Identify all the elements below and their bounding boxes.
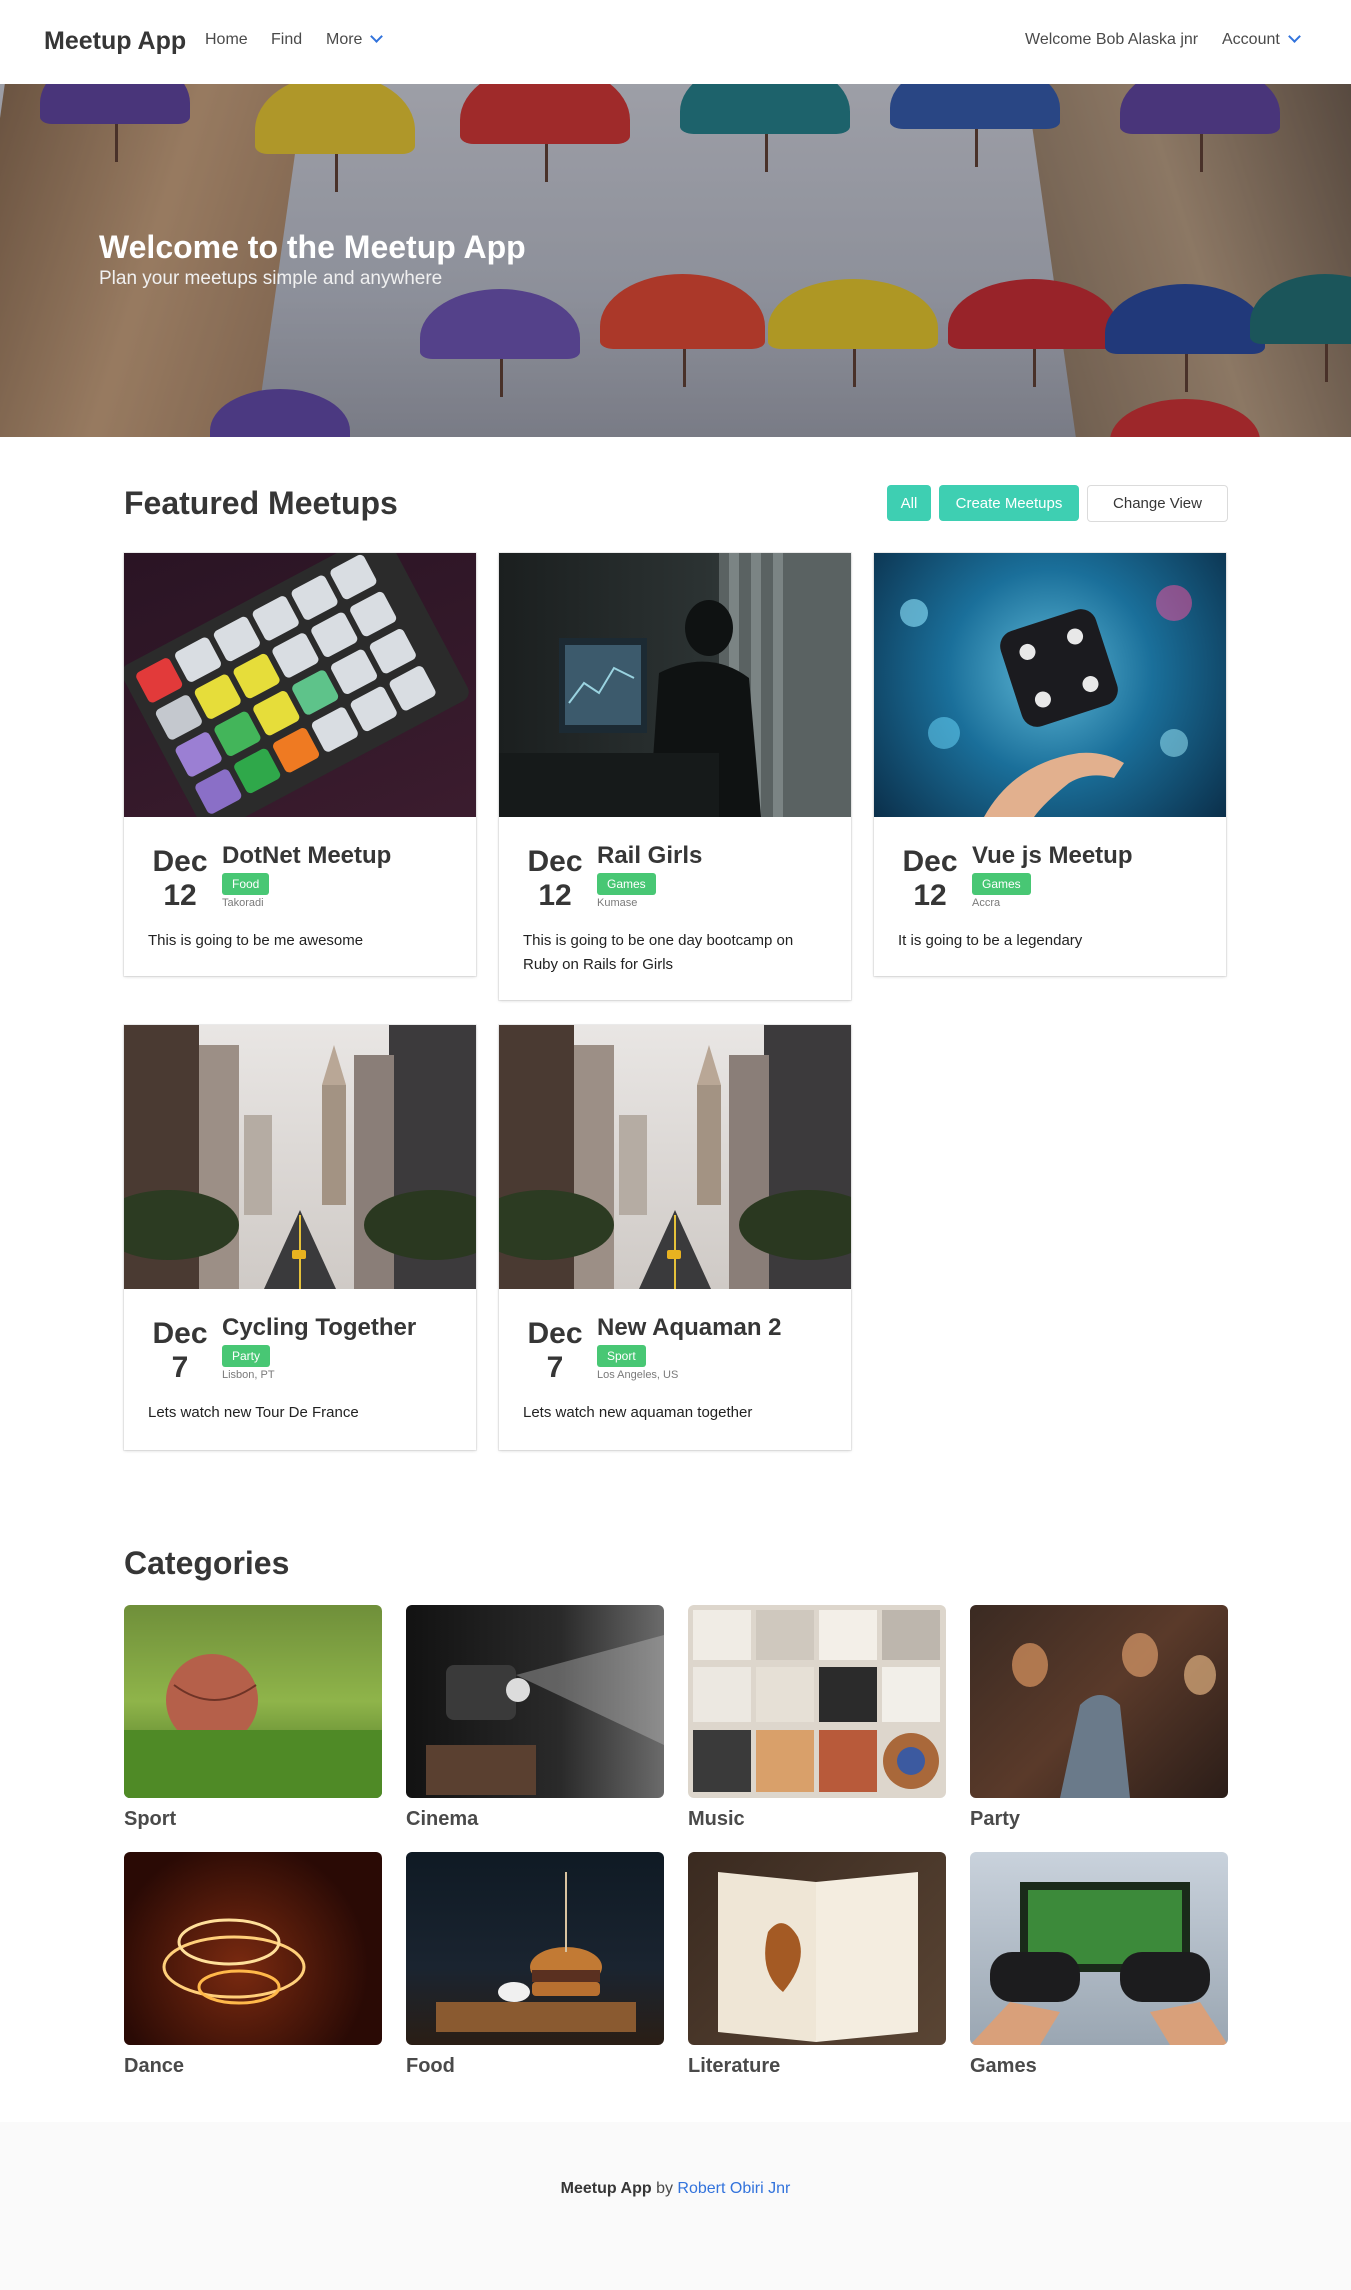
meetup-title[interactable]: Rail Girls [597, 842, 702, 870]
meetup-month: Dec [152, 1317, 208, 1350]
meetup-location: Los Angeles, US [597, 1369, 679, 1381]
chevron-down-icon [370, 30, 384, 43]
nav-more[interactable]: More [326, 30, 384, 49]
meetup-month: Dec [527, 845, 583, 878]
meetup-day: 7 [171, 1351, 189, 1384]
party-image [1012, 1633, 1216, 1798]
category-image-literature [688, 1852, 946, 2045]
meetup-day: 12 [538, 879, 572, 912]
all-button[interactable]: All [887, 485, 931, 521]
meetup-day: 12 [913, 879, 947, 912]
projector-image [426, 1635, 664, 1795]
meetup-image-city [499, 1025, 851, 1289]
records-image [693, 1610, 940, 1792]
category-label: Party [970, 1808, 1021, 1830]
featured-title: Featured Meetups [124, 485, 398, 521]
fire-dance-image [162, 1918, 306, 2005]
meetup-description: Lets watch new Tour De France [148, 1404, 359, 1421]
city-street-image [499, 1025, 851, 1289]
meetup-location: Takoradi [222, 897, 264, 909]
category-label: Food [406, 2055, 455, 2077]
meetup-day: 12 [163, 879, 197, 912]
category-label: Literature [688, 2055, 781, 2077]
nav-account[interactable]: Account [1222, 30, 1301, 49]
category-image-food [406, 1852, 664, 2045]
category-label: Sport [124, 1808, 177, 1830]
dice-image [900, 585, 1192, 817]
category-image-cinema [406, 1605, 664, 1798]
meetup-month: Dec [902, 845, 958, 878]
category-image-games [970, 1852, 1228, 2045]
meetup-description: It is going to be a legendary [898, 932, 1083, 949]
hero-subtitle: Plan your meetups simple and anywhere [99, 268, 443, 289]
hero-banner: Welcome to the Meetup App Plan your meet… [0, 84, 1351, 437]
footer: Meetup App by Robert Obiri Jnr [0, 2122, 1351, 2290]
nav-home[interactable]: Home [205, 31, 248, 49]
category-label: Games [970, 2055, 1037, 2077]
category-label: Dance [124, 2055, 185, 2077]
meetup-image-city [124, 1025, 476, 1289]
meetup-image-developer [499, 553, 851, 817]
meetup-image-dice [874, 553, 1226, 817]
categories-title: Categories [124, 1545, 290, 1581]
keyboard-image [124, 553, 469, 817]
brand-logo[interactable]: Meetup App [44, 27, 186, 56]
meetup-location: Lisbon, PT [222, 1369, 275, 1381]
meetup-day: 7 [546, 1351, 564, 1384]
gamepad-image [970, 1882, 1228, 2045]
footer-brand: Meetup App [560, 2180, 652, 2197]
meetup-card[interactable]: Dec 7 Cycling Together Party Lisbon, PT … [124, 1025, 476, 1450]
category-image-dance [124, 1852, 382, 2045]
meetup-tag: Party [222, 1345, 271, 1367]
meetup-location: Kumase [597, 897, 638, 909]
change-view-button[interactable]: Change View [1087, 485, 1228, 522]
burger-image [436, 1872, 636, 2032]
meetup-tag: Sport [597, 1345, 646, 1367]
welcome-text: Welcome Bob Alaska jnr [1025, 31, 1199, 48]
navbar: Meetup App Home Find More Welcome Bob Al… [0, 0, 1351, 84]
footer-credit: Meetup App by Robert Obiri Jnr [0, 2180, 1351, 2198]
category-label: Music [688, 1808, 745, 1830]
meetup-tag: Games [972, 873, 1031, 895]
meetup-location: Accra [972, 897, 1001, 909]
meetup-month: Dec [152, 845, 208, 878]
meetup-description: This is going to be one day bootcamp on … [523, 932, 794, 973]
nav-more-label: More [326, 31, 363, 48]
nav-find[interactable]: Find [271, 31, 302, 49]
meetup-card[interactable]: Dec 7 New Aquaman 2 Sport Los Angeles, U… [499, 1025, 851, 1450]
book-image [718, 1872, 918, 2042]
footer-by: by [656, 2180, 673, 2197]
meetup-tag: Food [222, 873, 270, 895]
meetup-title[interactable]: Vue js Meetup [972, 842, 1132, 870]
meetup-title[interactable]: DotNet Meetup [222, 842, 391, 870]
ball-image [124, 1654, 382, 1798]
category-image-sport [124, 1605, 382, 1798]
hero-title: Welcome to the Meetup App [99, 229, 526, 265]
meetup-title[interactable]: New Aquaman 2 [597, 1314, 782, 1342]
city-street-image [124, 1025, 476, 1289]
category-image-party [970, 1605, 1228, 1798]
meetup-month: Dec [527, 1317, 583, 1350]
nav-account-label: Account [1222, 31, 1280, 48]
meetup-card[interactable]: Dec 12 Vue js Meetup Games Accra It is g… [874, 553, 1226, 976]
meetup-card[interactable]: Dec 12 Rail Girls Games Kumase This is g… [499, 553, 851, 1000]
meetup-title[interactable]: Cycling Together [222, 1314, 416, 1342]
category-image-music [688, 1605, 946, 1798]
meetup-tag: Games [597, 873, 656, 895]
meetup-image-keyboard [124, 553, 476, 817]
chevron-down-icon [1287, 30, 1301, 43]
meetup-description: This is going to be me awesome [148, 932, 364, 949]
footer-author-link[interactable]: Robert Obiri Jnr [677, 2180, 790, 2197]
developer-image [499, 553, 851, 817]
meetup-card[interactable]: Dec 12 DotNet Meetup Food Takoradi This … [124, 553, 476, 976]
meetup-description: Lets watch new aquaman together [523, 1404, 753, 1421]
category-label: Cinema [406, 1808, 479, 1830]
create-meetups-button[interactable]: Create Meetups [939, 485, 1079, 521]
